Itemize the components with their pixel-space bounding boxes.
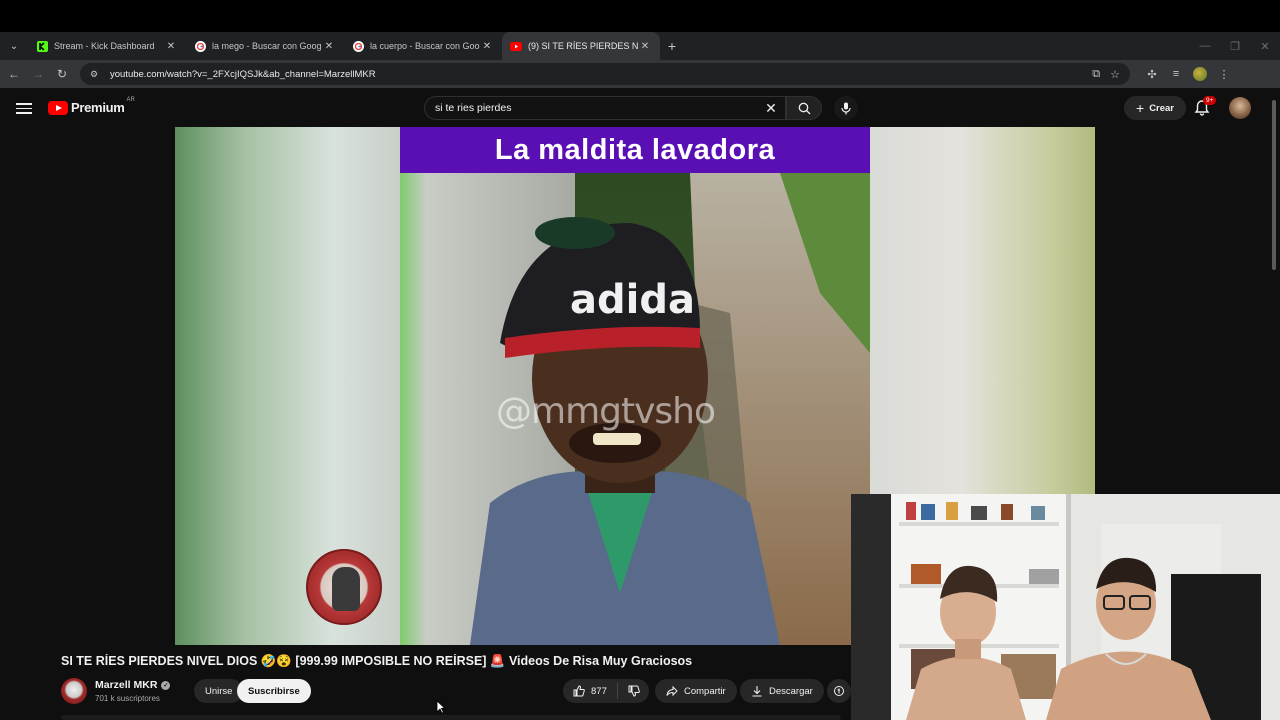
google-icon — [352, 40, 364, 52]
media-control-icon[interactable]: ≡ — [1164, 68, 1188, 80]
reload-icon[interactable]: ↻ — [50, 60, 74, 88]
youtube-header: Premium AR si te ries pierdes ✕ + Crear … — [0, 88, 1280, 128]
tab-kick-dashboard[interactable]: Stream - Kick Dashboard ✕ — [28, 32, 186, 60]
description-box-edge — [61, 715, 841, 720]
address-bar[interactable]: ⚙ youtube.com/watch?v=_2FXcjIQSJk&ab_cha… — [80, 63, 1130, 85]
video-frame: La maldita lavadora adida @mmgtvsho — [400, 127, 870, 645]
back-arrow-icon[interactable]: ← — [2, 60, 26, 88]
kick-icon — [36, 40, 48, 52]
browser-menu-kebab-icon[interactable]: ⋮ — [1212, 68, 1236, 81]
new-tab-plus-icon[interactable]: + — [660, 32, 684, 60]
tab-google-la-cuerpo[interactable]: la cuerpo - Buscar con Google ✕ — [344, 32, 502, 60]
browser-toolbar: ← → ↻ ⚙ youtube.com/watch?v=_2FXcjIQSJk&… — [0, 60, 1280, 88]
search-icon — [798, 102, 810, 114]
thanks-button[interactable] — [827, 679, 851, 703]
bookmark-star-icon[interactable]: ☆ — [1110, 68, 1120, 81]
minimize-icon[interactable]: — — [1190, 32, 1220, 60]
youtube-icon — [510, 40, 522, 52]
download-icon — [752, 686, 762, 697]
youtube-premium-logo[interactable]: Premium AR — [48, 96, 135, 115]
maximize-icon[interactable]: ❐ — [1220, 32, 1250, 60]
svg-text:adida: adida — [570, 277, 695, 323]
video-meta-row: Marzell MKR ✓ 701 k suscriptores Unirse … — [61, 676, 851, 706]
forward-arrow-icon[interactable]: → — [26, 60, 50, 88]
voice-search-button[interactable] — [834, 96, 858, 120]
window-controls: — ❐ ✕ — [1190, 32, 1280, 60]
toolbar-right: ✣ ≡ ⋮ — [1140, 67, 1236, 81]
download-button[interactable]: Descargar — [740, 679, 824, 703]
thumbs-up-icon — [573, 685, 585, 697]
youtube-play-icon — [48, 100, 68, 115]
tab-title: la mego - Buscar con Google — [212, 41, 322, 51]
channel-name-row[interactable]: Marzell MKR ✓ — [95, 679, 171, 691]
super-thanks-icon — [834, 686, 844, 696]
video-watermark: @mmgtvsho — [496, 391, 716, 432]
tab-close-icon[interactable]: ✕ — [164, 41, 178, 52]
microphone-icon — [841, 102, 851, 114]
tab-search-chevron-icon[interactable]: ⌄ — [0, 32, 28, 60]
create-button[interactable]: + Crear — [1124, 96, 1187, 120]
thumbs-down-icon — [628, 685, 640, 697]
streamer-facecam — [851, 494, 1280, 720]
verified-check-icon: ✓ — [161, 680, 171, 690]
tab-close-icon[interactable]: ✕ — [480, 41, 494, 52]
tab-title: la cuerpo - Buscar con Google — [370, 41, 480, 51]
channel-name: Marzell MKR — [95, 679, 158, 691]
google-icon — [194, 40, 206, 52]
video-title: SI TE RÍES PIERDES NIVEL DIOS 🤣😵 [999.99… — [61, 654, 693, 668]
share-button[interactable]: Compartir — [655, 679, 737, 703]
tab-close-icon[interactable]: ✕ — [638, 41, 652, 52]
url-text: youtube.com/watch?v=_2FXcjIQSJk&ab_chann… — [110, 68, 376, 80]
page-scrollbar[interactable] — [1270, 92, 1278, 492]
screen-top-strip — [0, 0, 1280, 32]
channel-avatar[interactable] — [61, 678, 87, 704]
subscribe-button[interactable]: Suscribirse — [237, 679, 311, 703]
video-overlay-title: La maldita lavadora — [400, 127, 870, 173]
tab-google-la-mego[interactable]: la mego - Buscar con Google ✕ — [186, 32, 344, 60]
browser-tab-bar: ⌄ Stream - Kick Dashboard ✕ la mego - Bu… — [0, 32, 1280, 60]
share-arrow-icon — [666, 685, 678, 697]
tab-title: Stream - Kick Dashboard — [54, 41, 155, 51]
tab-title: (9) SI TE RÍES PIERDES NIVEL DI — [528, 41, 638, 51]
tab-close-icon[interactable]: ✕ — [322, 41, 336, 52]
search-query-text: si te ries pierdes — [435, 102, 512, 114]
country-code: AR — [126, 96, 135, 103]
search-input[interactable]: si te ries pierdes ✕ — [424, 96, 786, 120]
like-dislike-group: 877 — [563, 679, 649, 703]
like-button[interactable]: 877 — [563, 683, 618, 699]
create-label: Crear — [1149, 102, 1175, 114]
like-count: 877 — [591, 685, 607, 697]
search-button[interactable] — [786, 96, 822, 120]
profile-avatar[interactable] — [1188, 67, 1212, 81]
close-window-icon[interactable]: ✕ — [1250, 32, 1280, 60]
download-label: Descargar — [769, 685, 813, 697]
share-label: Compartir — [684, 685, 726, 697]
install-app-icon[interactable]: ⧉ — [1092, 68, 1100, 81]
channel-watermark-logo[interactable] — [306, 549, 382, 625]
tab-youtube-video[interactable]: (9) SI TE RÍES PIERDES NIVEL DI ✕ — [502, 32, 660, 60]
plus-icon: + — [1136, 100, 1145, 116]
logo-text: Premium — [71, 100, 125, 115]
notifications-badge: 9+ — [1203, 96, 1217, 105]
hamburger-menu-icon[interactable] — [16, 100, 32, 116]
extensions-puzzle-icon[interactable]: ✣ — [1140, 68, 1164, 81]
scrollbar-thumb[interactable] — [1272, 100, 1276, 270]
subscriber-count: 701 k suscriptores — [95, 694, 160, 703]
account-avatar[interactable] — [1229, 97, 1251, 119]
mouse-cursor-icon — [436, 700, 446, 714]
clear-search-icon[interactable]: ✕ — [757, 100, 785, 117]
site-info-icon[interactable]: ⚙ — [90, 69, 102, 80]
dislike-button[interactable] — [618, 685, 650, 697]
